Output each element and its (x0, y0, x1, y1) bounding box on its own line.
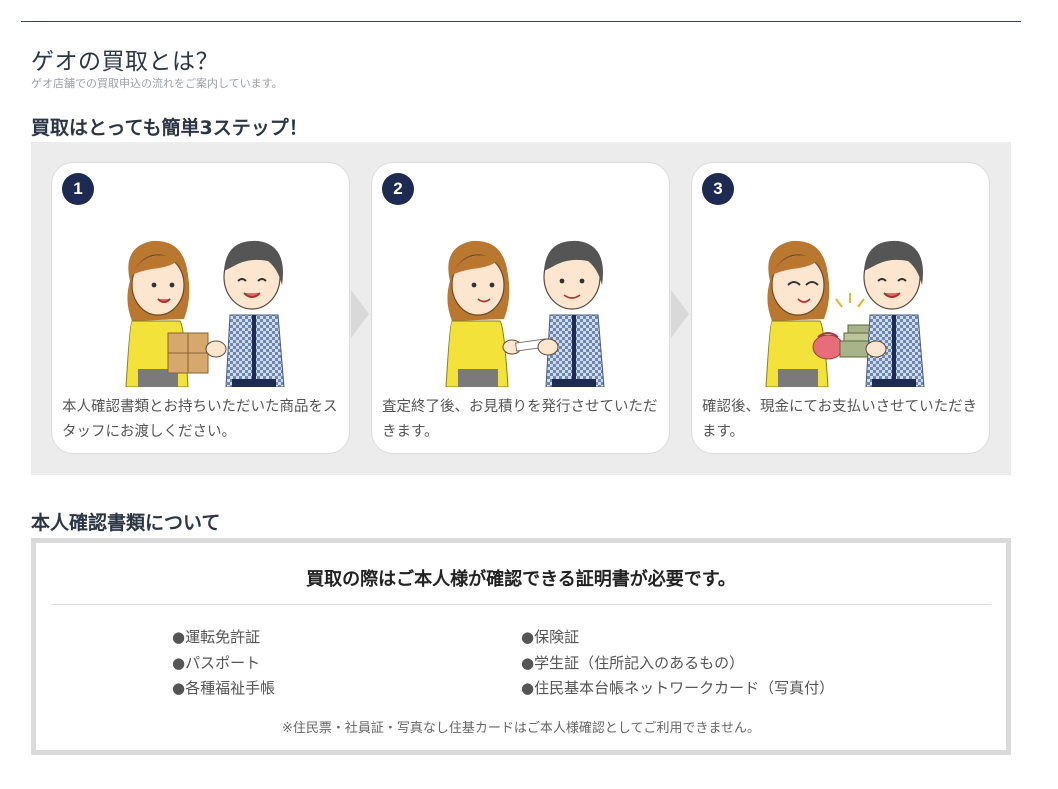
staff-figure (537, 240, 605, 387)
id-doc-item: 各種福祉手帳 (172, 676, 275, 702)
step-card-1: 1 本人確認書類とお持ちいただいた商品をスタッフにお渡しください。 (51, 162, 350, 454)
step-arrow-icon (671, 290, 689, 338)
id-doc-item: 保険証 (521, 625, 834, 651)
id-doc-item: 住民基本台帳ネットワークカード（写真付） (521, 676, 834, 702)
id-doc-item: パスポート (172, 651, 275, 677)
id-docs-note: ※住民票・社員証・写真なし住基カードはご本人様確認としてご利用できません。 (281, 721, 761, 736)
id-doc-item: 運転免許証 (172, 625, 275, 651)
id-docs-box: 買取の際はご本人様が確認できる証明書が必要です。 運転免許証 パスポート 各種福… (31, 538, 1011, 755)
estimate-slip-illustration (445, 240, 605, 387)
step-description: 査定終了後、お見積りを発行させていただきます。 (382, 399, 658, 440)
woman-figure (445, 240, 522, 387)
sparkle-lines (835, 293, 865, 308)
cash-payment-illustration (765, 240, 925, 387)
step-arrow-icon (351, 290, 369, 338)
customer-handing-box-illustration (125, 240, 285, 387)
step-card-2: 2 査定終了後、お見積りを発行させていただきます。 (371, 162, 670, 454)
page-title: ゲオの買取とは？ (31, 49, 219, 75)
staff-figure (863, 240, 925, 387)
top-divider (21, 21, 1021, 22)
step-number-badge: 2 (382, 173, 414, 205)
step-number-badge: 3 (702, 173, 734, 205)
id-docs-list-right: 保険証 学生証（住所記入のあるもの） 住民基本台帳ネットワークカード（写真付） (521, 625, 834, 702)
step-description: 本人確認書類とお持ちいただいた商品をスタッフにお渡しください。 (62, 399, 338, 440)
staff-figure (205, 240, 285, 387)
woman-figure (765, 240, 830, 387)
id-docs-lead: 買取の際はご本人様が確認できる証明書が必要です。 (306, 569, 736, 590)
cardboard-box (167, 332, 209, 374)
id-docs-heading: 本人確認書類について (31, 512, 221, 534)
id-docs-divider (51, 604, 991, 605)
steps-panel: 1 本人確認書類とお持ちいただいた商品をスタッフにお渡しください。 2 査定終了… (31, 142, 1011, 475)
id-docs-list-left: 運転免許証 パスポート 各種福祉手帳 (172, 625, 275, 702)
step-number-badge: 1 (62, 173, 94, 205)
step-description: 確認後、現金にてお支払いさせていただきます。 (702, 399, 978, 440)
steps-heading: 買取はとっても簡単3ステップ！ (31, 117, 308, 139)
step-card-3: 3 確認後、現金にてお支払いさせていただきます。 (691, 162, 990, 454)
id-doc-item: 学生証（住所記入のあるもの） (521, 651, 834, 677)
page-subtitle: ゲオ店舗での買取申込の流れをご案内しています。 (31, 77, 283, 90)
